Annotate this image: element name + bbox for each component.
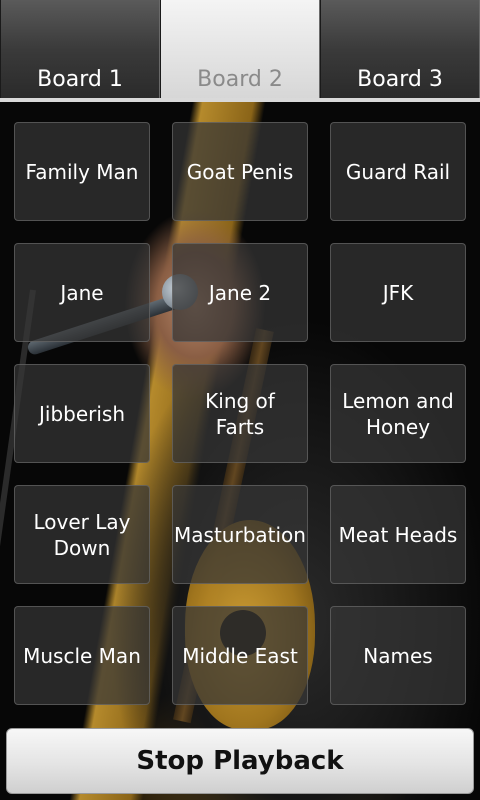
soundboard-screen: Board 1 Board 2 Board 3 Family Man Goat … (0, 0, 480, 800)
board-tab-bar: Board 1 Board 2 Board 3 (0, 0, 480, 100)
sound-button-jibberish[interactable]: Jibberish (14, 364, 150, 463)
sound-button-middle-east[interactable]: Middle East (172, 606, 308, 705)
sound-button-muscle-man[interactable]: Muscle Man (14, 606, 150, 705)
sound-button-lover-lay-down[interactable]: Lover Lay Down (14, 485, 150, 584)
sound-button-lemon-and-honey[interactable]: Lemon and Honey (330, 364, 466, 463)
sound-button-jane[interactable]: Jane (14, 243, 150, 342)
sound-button-masturbation[interactable]: Masturbation (172, 485, 308, 584)
tab-board-1[interactable]: Board 1 (0, 0, 160, 100)
sound-button-names[interactable]: Names (330, 606, 466, 705)
sound-button-goat-penis[interactable]: Goat Penis (172, 122, 308, 221)
tab-board-3[interactable]: Board 3 (320, 0, 480, 100)
sound-button-guard-rail[interactable]: Guard Rail (330, 122, 466, 221)
tab-board-2[interactable]: Board 2 (160, 0, 320, 100)
sound-button-jane-2[interactable]: Jane 2 (172, 243, 308, 342)
tab-underline (0, 98, 480, 102)
sound-button-jfk[interactable]: JFK (330, 243, 466, 342)
stop-playback-button[interactable]: Stop Playback (6, 728, 474, 794)
sound-button-meat-heads[interactable]: Meat Heads (330, 485, 466, 584)
sound-button-king-of-farts[interactable]: King of Farts (172, 364, 308, 463)
sound-button-grid: Family Man Goat Penis Guard Rail Jane Ja… (14, 122, 466, 705)
sound-button-family-man[interactable]: Family Man (14, 122, 150, 221)
